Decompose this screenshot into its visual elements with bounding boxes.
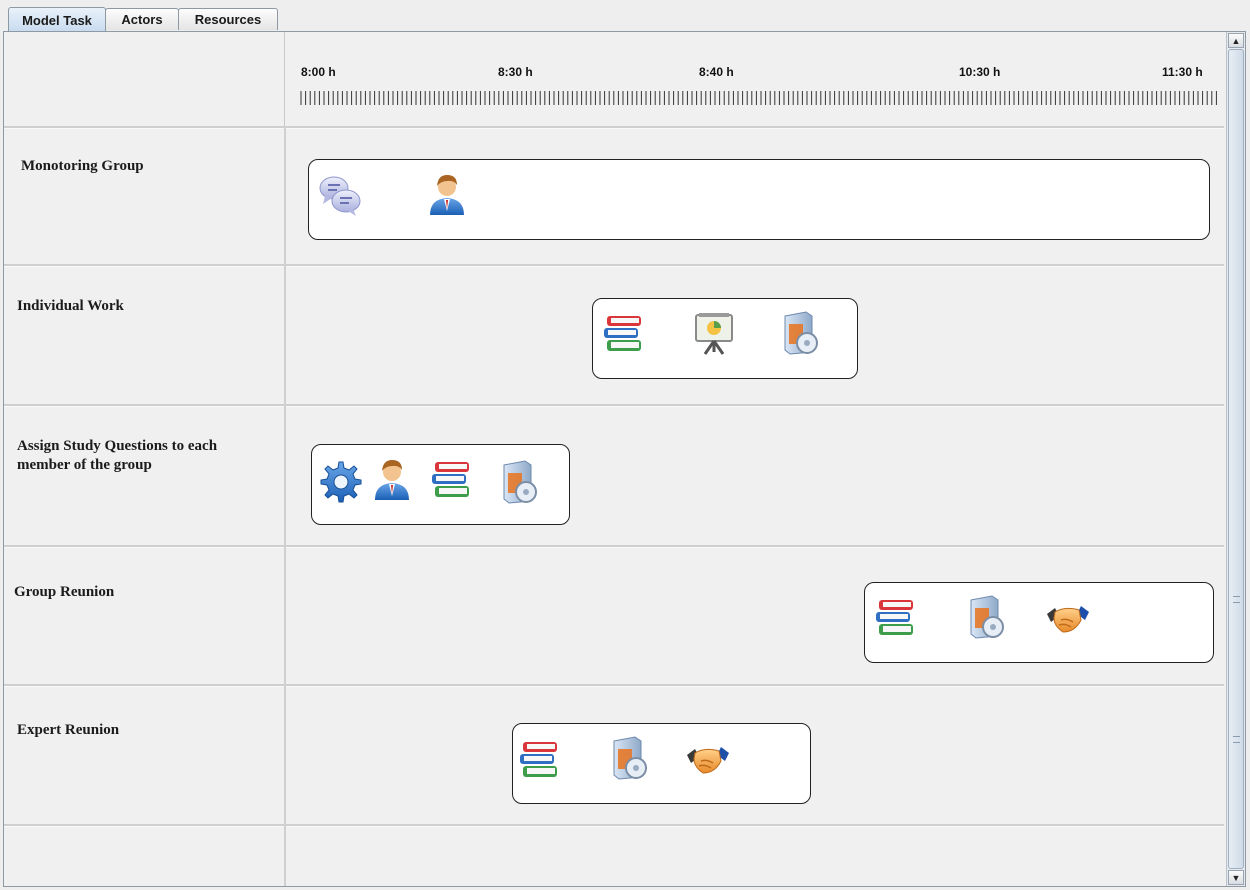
- software-box-icon[interactable]: [962, 594, 1008, 640]
- task-box-individual-work[interactable]: [592, 298, 858, 379]
- header-corner: [4, 32, 285, 127]
- time-label: 8:00 h: [301, 65, 336, 79]
- time-ruler: [300, 91, 1217, 105]
- books-icon[interactable]: [429, 458, 475, 504]
- task-box-assign-study-questions[interactable]: [311, 444, 570, 525]
- scroll-thumb[interactable]: [1228, 49, 1244, 869]
- presentation-board-icon[interactable]: [691, 310, 737, 356]
- tab-model-task[interactable]: Model Task: [8, 7, 106, 32]
- task-box-expert-reunion[interactable]: [512, 723, 811, 804]
- task-label-group-reunion: Group Reunion: [14, 584, 115, 600]
- time-label: 8:30 h: [498, 65, 533, 79]
- vertical-scrollbar[interactable]: ▲ ▼: [1226, 32, 1245, 886]
- task-label-monitoring-group: Monotoring Group: [21, 158, 144, 174]
- row-divider: [4, 684, 1224, 687]
- books-icon[interactable]: [873, 596, 919, 642]
- row-divider: [4, 545, 1224, 548]
- column-divider: [284, 127, 286, 886]
- task-label-assign-study-questions: Assign Study Questions to each member of…: [17, 438, 218, 473]
- handshake-icon[interactable]: [1045, 598, 1091, 644]
- scroll-grip-icon: [1233, 596, 1240, 603]
- software-box-icon[interactable]: [605, 735, 651, 781]
- scroll-down-button[interactable]: ▼: [1228, 870, 1244, 885]
- task-label-expert-reunion: Expert Reunion: [17, 722, 120, 738]
- software-box-icon[interactable]: [776, 310, 822, 356]
- books-icon[interactable]: [517, 738, 563, 784]
- model-task-panel: 8:00 h 8:30 h 8:40 h 10:30 h 11:30 h Mon…: [3, 31, 1246, 887]
- task-box-group-reunion[interactable]: [864, 582, 1214, 663]
- task-box-monitoring-group[interactable]: [308, 159, 1210, 240]
- scroll-grip-icon: [1233, 736, 1240, 743]
- row-divider: [4, 264, 1224, 267]
- row-divider: [4, 404, 1224, 407]
- task-label-individual-work: Individual Work: [17, 298, 124, 314]
- chat-bubbles-icon[interactable]: [317, 173, 363, 219]
- time-label: 8:40 h: [699, 65, 734, 79]
- person-icon[interactable]: [369, 456, 415, 502]
- time-label: 11:30 h: [1162, 65, 1203, 79]
- gear-icon[interactable]: [316, 459, 362, 505]
- time-label: 10:30 h: [959, 65, 1001, 79]
- row-divider: [4, 126, 1224, 129]
- tab-bar: Model Task Actors Resources: [0, 0, 1250, 32]
- tab-resources[interactable]: Resources: [178, 8, 278, 30]
- scroll-up-button[interactable]: ▲: [1228, 33, 1244, 48]
- tab-actors[interactable]: Actors: [105, 8, 179, 30]
- software-box-icon[interactable]: [495, 459, 541, 505]
- handshake-icon[interactable]: [685, 739, 731, 785]
- row-divider: [4, 824, 1224, 827]
- books-icon[interactable]: [601, 312, 647, 358]
- person-icon[interactable]: [424, 171, 470, 217]
- timeline-header: 8:00 h 8:30 h 8:40 h 10:30 h 11:30 h: [4, 32, 1224, 127]
